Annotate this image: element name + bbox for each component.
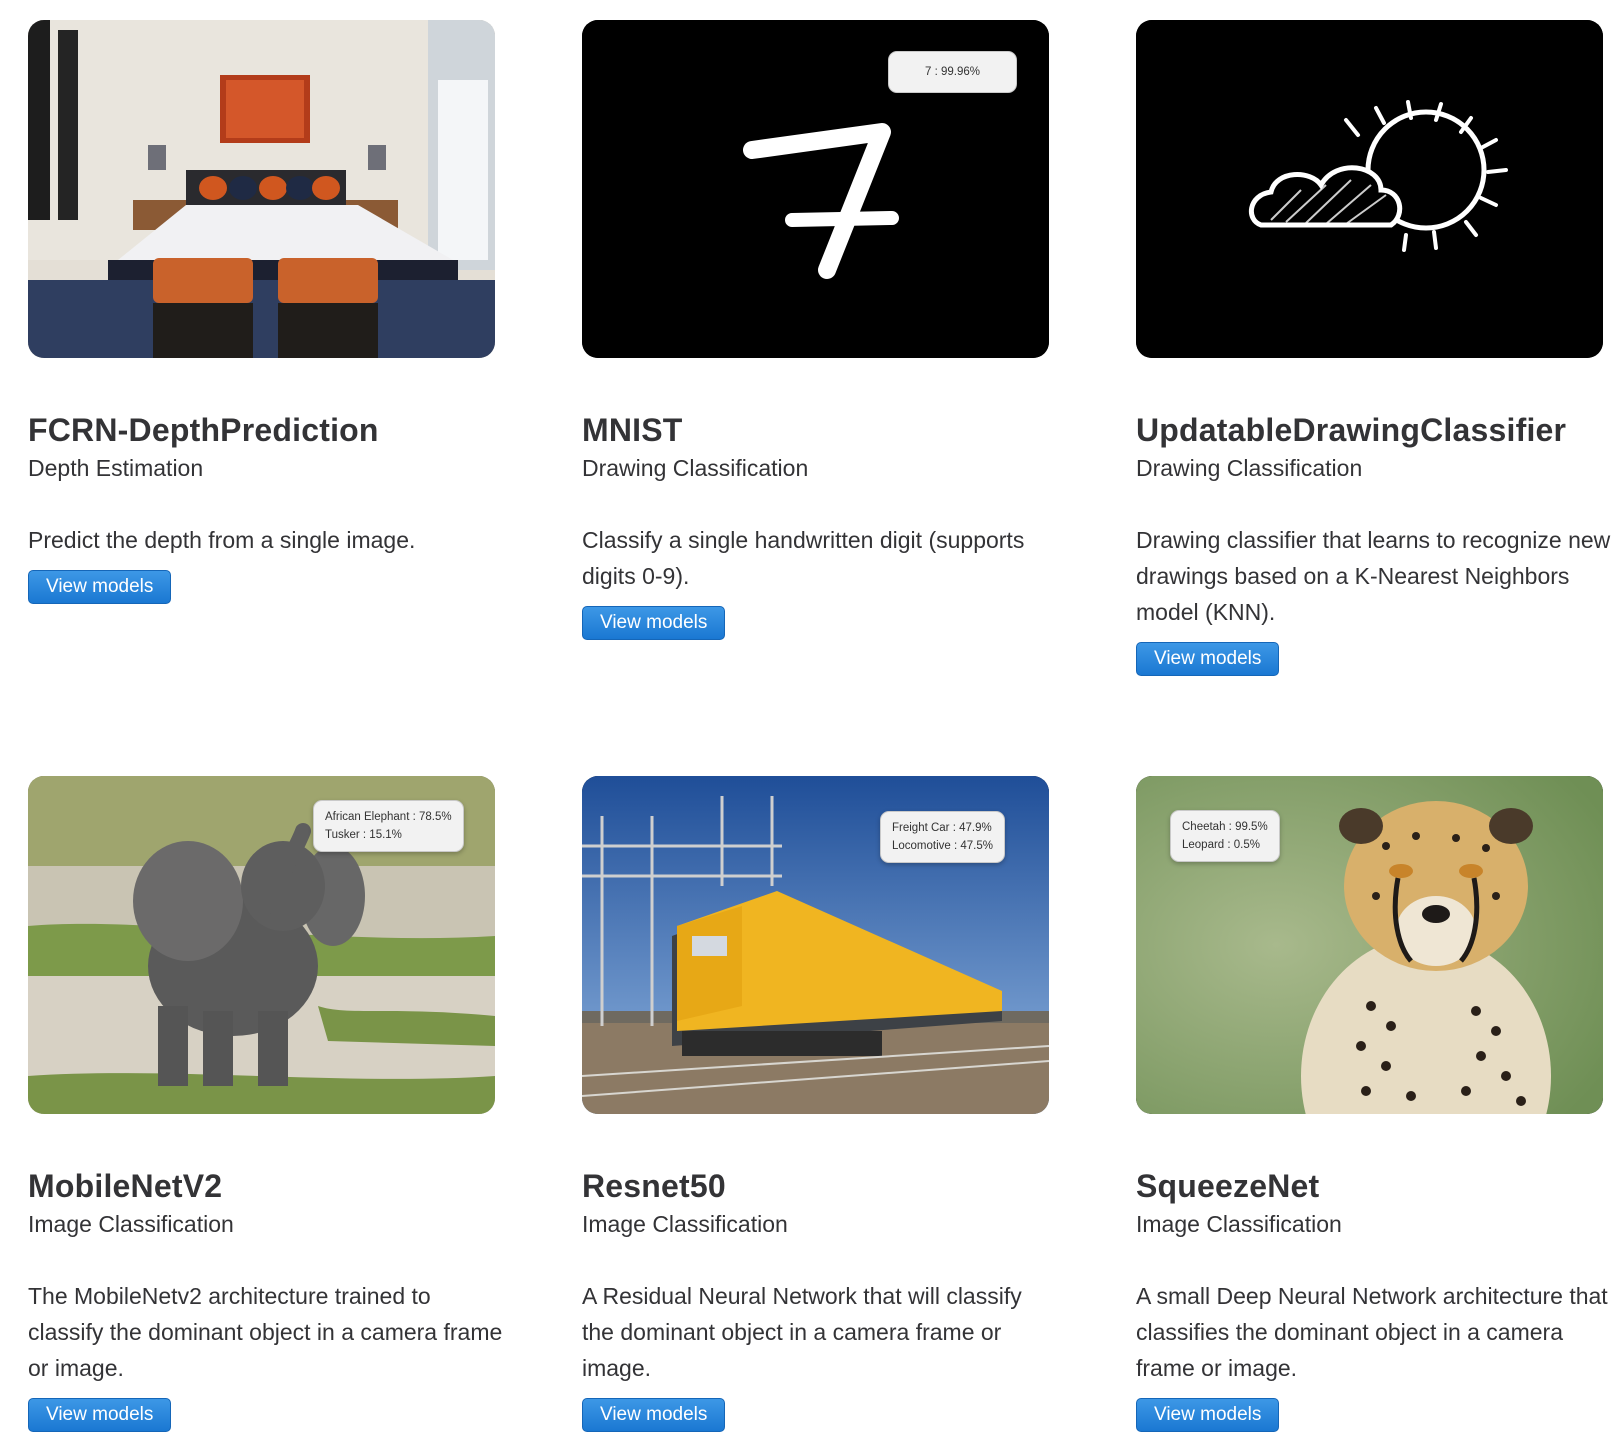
- prediction-text: African Elephant : 78.5%: [325, 811, 452, 823]
- model-card: African Elephant : 78.5% Tusker : 15.1% …: [28, 776, 502, 1432]
- model-category: Image Classification: [28, 1211, 234, 1237]
- model-description: Classify a single handwritten digit (sup…: [582, 527, 1025, 589]
- model-description: Drawing classifier that learns to recogn…: [1136, 527, 1611, 625]
- model-description: A small Deep Neural Network architecture…: [1136, 1283, 1608, 1381]
- model-category: Drawing Classification: [582, 455, 809, 481]
- model-category: Image Classification: [582, 1211, 788, 1237]
- model-title: FCRN-DepthPrediction: [28, 412, 379, 448]
- model-title: UpdatableDrawingClassifier: [1136, 412, 1567, 448]
- bedroom-image: [28, 20, 495, 358]
- view-models-button[interactable]: View models: [582, 606, 726, 640]
- model-category: Depth Estimation: [28, 455, 204, 481]
- model-card: Freight Car : 47.9% Locomotive : 47.5% R…: [582, 776, 1049, 1432]
- model-title: Resnet50: [582, 1168, 726, 1204]
- prediction-text: Tusker : 15.1%: [325, 829, 402, 841]
- model-title: SqueezeNet: [1136, 1168, 1320, 1204]
- view-models-button[interactable]: View models: [28, 1398, 172, 1432]
- model-category: Drawing Classification: [1136, 455, 1363, 481]
- train-thumbnail[interactable]: Freight Car : 47.9% Locomotive : 47.5%: [582, 776, 1049, 1114]
- prediction-text: Leopard : 0.5%: [1182, 839, 1261, 851]
- view-models-button[interactable]: View models: [28, 570, 172, 604]
- view-models-button[interactable]: View models: [582, 1398, 726, 1432]
- model-card: Cheetah : 99.5% Leopard : 0.5% SqueezeNe…: [1136, 776, 1608, 1432]
- prediction-text: Cheetah : 99.5%: [1182, 821, 1268, 833]
- prediction-label: 7 : 99.96%: [888, 51, 1017, 93]
- model-card: FCRN-DepthPrediction Depth Estimation Pr…: [28, 20, 495, 604]
- cheetah-thumbnail[interactable]: Cheetah : 99.5% Leopard : 0.5%: [1136, 776, 1603, 1114]
- model-card: UpdatableDrawingClassifier Drawing Class…: [1136, 20, 1610, 676]
- view-models-button[interactable]: View models: [1136, 1398, 1280, 1432]
- model-card: 7 : 99.96% MNIST Drawing Classification …: [582, 20, 1049, 640]
- elephant-thumbnail[interactable]: African Elephant : 78.5% Tusker : 15.1%: [28, 776, 495, 1114]
- prediction-label: Freight Car : 47.9% Locomotive : 47.5%: [880, 811, 1006, 863]
- model-description: The MobileNetv2 architecture trained to …: [28, 1283, 503, 1381]
- model-gallery: FCRN-DepthPrediction Depth Estimation Pr…: [0, 0, 1620, 1450]
- prediction-text: Freight Car : 47.9%: [892, 822, 992, 834]
- model-description: A Residual Neural Network that will clas…: [582, 1283, 1022, 1381]
- prediction-text: 7 : 99.96%: [925, 66, 980, 78]
- view-models-button[interactable]: View models: [1136, 642, 1280, 676]
- prediction-text: Locomotive : 47.5%: [892, 840, 994, 852]
- model-title: MobileNetV2: [28, 1168, 223, 1204]
- prediction-label: Cheetah : 99.5% Leopard : 0.5%: [1170, 810, 1280, 862]
- model-description: Predict the depth from a single image.: [28, 527, 416, 553]
- mnist-thumbnail[interactable]: 7 : 99.96%: [582, 20, 1049, 358]
- model-title: MNIST: [582, 412, 683, 448]
- cloud-sun-sketch-image: [1136, 20, 1603, 358]
- bedroom-thumbnail[interactable]: [28, 20, 495, 358]
- prediction-label: African Elephant : 78.5% Tusker : 15.1%: [313, 800, 464, 852]
- drawing-thumbnail[interactable]: [1136, 20, 1603, 358]
- model-category: Image Classification: [1136, 1211, 1342, 1237]
